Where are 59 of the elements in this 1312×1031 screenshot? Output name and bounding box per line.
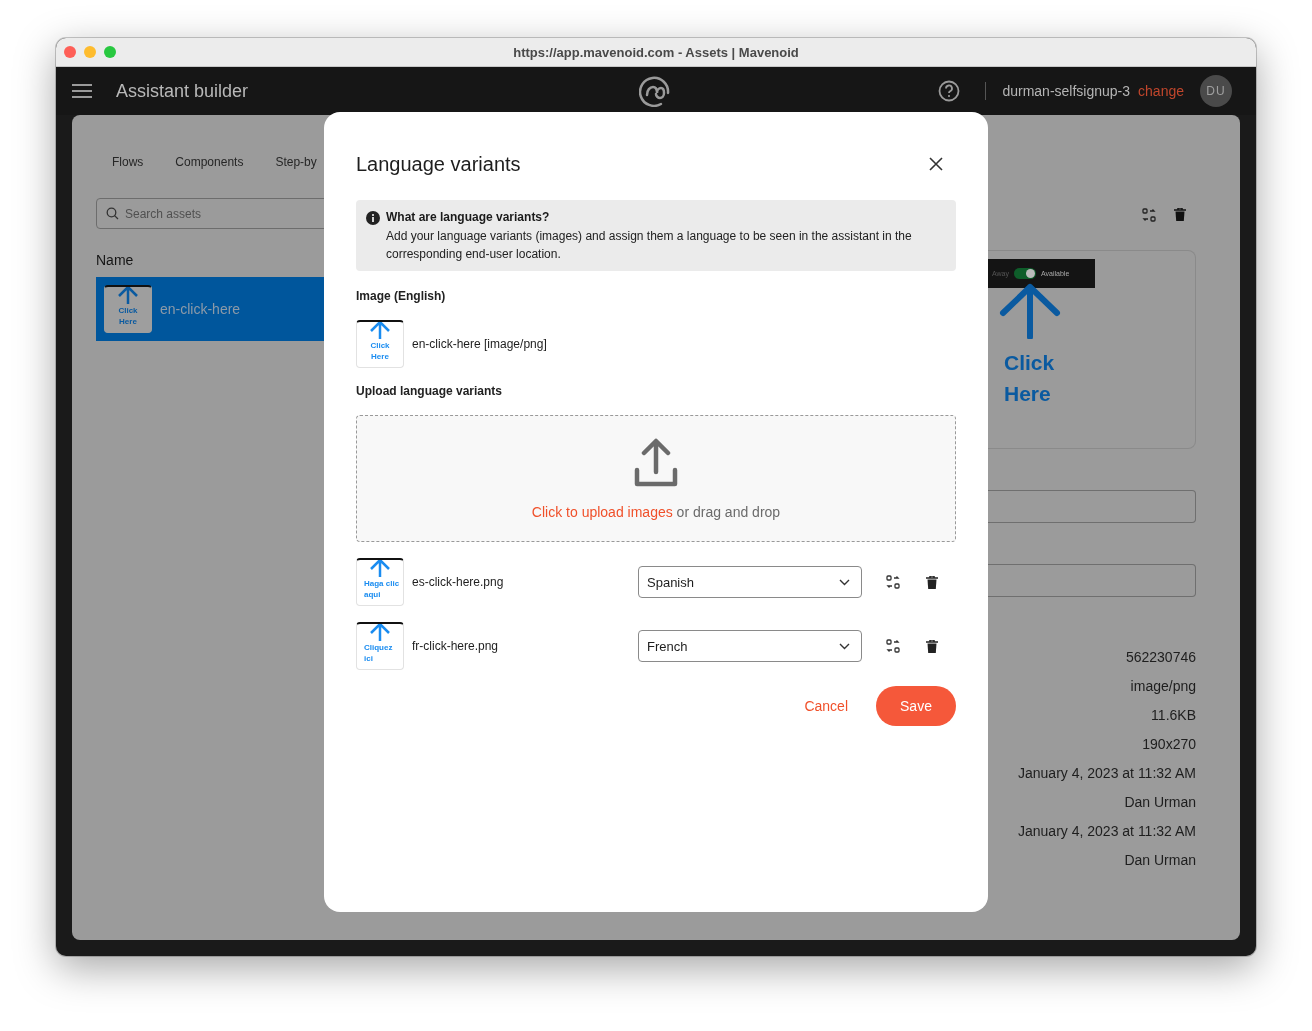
info-icon [366, 211, 380, 225]
menu-icon[interactable] [72, 83, 92, 99]
cancel-button[interactable]: Cancel [796, 690, 856, 722]
detail-value: image/png [1130, 677, 1196, 695]
search-field[interactable]: Search assets [96, 198, 324, 229]
detail-value: January 4, 2023 at 11:32 AM [1018, 764, 1196, 782]
save-button[interactable]: Save [876, 686, 956, 726]
file-name: en-click-here [image/png] [412, 337, 547, 351]
upload-link[interactable]: Click to upload images [531, 504, 673, 520]
arrow-up-icon [999, 283, 1061, 339]
help-icon[interactable] [938, 80, 961, 102]
detail-value: Dan Urman [1124, 851, 1196, 869]
replace-icon[interactable] [886, 575, 900, 589]
tab[interactable]: Step-by [275, 155, 317, 175]
info-title: What are language variants? [386, 209, 551, 225]
user-avatar[interactable]: DU [1200, 75, 1232, 107]
section-label: Image (English) [356, 289, 447, 303]
input-field[interactable] [988, 564, 1196, 597]
asset-list-item[interactable]: Click Here en-click-here [96, 277, 324, 341]
tab[interactable]: Components [175, 155, 244, 175]
replace-icon[interactable] [1142, 208, 1156, 222]
close-icon[interactable] [929, 157, 943, 171]
dialog-title: Language variants [356, 152, 521, 176]
trash-icon[interactable] [926, 575, 938, 589]
tab[interactable]: Flows [112, 155, 144, 175]
upload-hint: Click to upload images or drag and drop [531, 504, 781, 520]
language-select[interactable]: French [638, 630, 862, 662]
image-caption: Click Here [1004, 350, 1056, 407]
upload-dropzone[interactable]: Click to upload images or drag and drop [356, 415, 956, 542]
trash-icon[interactable] [1174, 208, 1186, 221]
change-link[interactable]: change [1138, 83, 1184, 99]
upload-icon [634, 438, 678, 488]
detail-value: January 4, 2023 at 11:32 AM [1018, 822, 1196, 840]
trash-icon[interactable] [926, 639, 938, 653]
file-name: fr-click-here.png [412, 639, 500, 653]
image-thumbnail: Cliquez ici [356, 622, 404, 670]
logo-icon[interactable] [639, 75, 671, 107]
language-select[interactable]: Spanish [638, 566, 862, 598]
file-name: es-click-here.png [412, 575, 505, 589]
image-thumbnail: Click Here [356, 320, 404, 368]
close-window-button[interactable] [64, 46, 76, 58]
info-text: Add your language variants (images) and assign them a language to be seen in the assistant in the corresponding end-user location. [386, 228, 913, 263]
app-title: Assistant builder [116, 80, 249, 102]
detail-value: Dan Urman [1124, 793, 1196, 811]
column-heading: Name [96, 252, 135, 268]
replace-icon[interactable] [886, 639, 900, 653]
asset-name: en-click-here [160, 301, 241, 317]
asset-thumbnail: Click Here [104, 285, 152, 333]
window-title: https://app.mavenoid.com - Assets | Mavenoid [513, 44, 799, 60]
image-thumbnail: Haga clic aqui [356, 558, 404, 606]
section-label: Upload language variants [356, 384, 504, 398]
detail-value: 190x270 [1142, 735, 1196, 753]
detail-value: 562230746 [1125, 648, 1196, 666]
chevron-icon [839, 642, 850, 650]
search-icon [106, 207, 119, 220]
detail-value: 11.6KB [1151, 706, 1196, 724]
input-field[interactable] [988, 490, 1196, 523]
workspace-name: durman-selfsignup-3 [1002, 83, 1131, 99]
chevron-icon [839, 578, 850, 586]
